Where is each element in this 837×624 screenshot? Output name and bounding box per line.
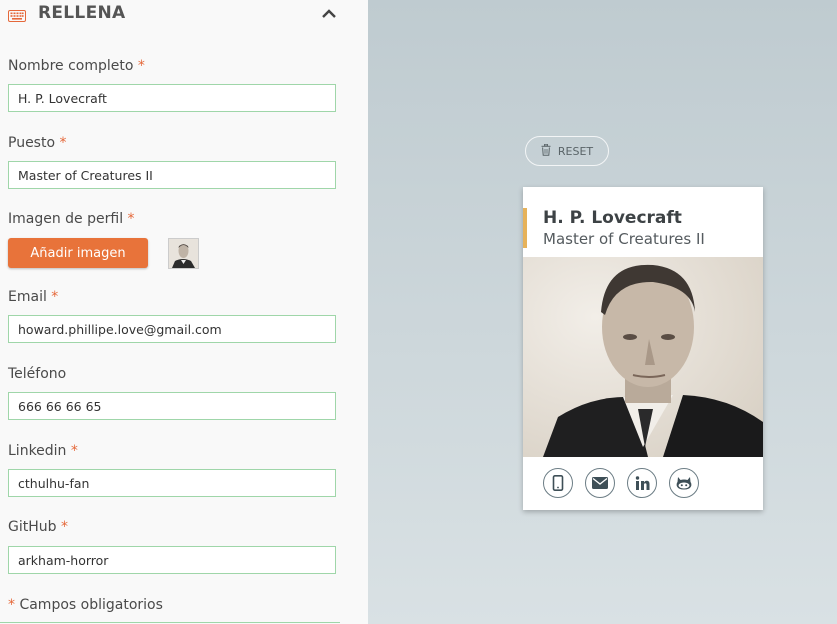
panel-title: RELLENA <box>38 3 126 23</box>
full-name-label: Nombre completo * <box>8 58 145 74</box>
github-icon[interactable] <box>669 468 699 498</box>
panel-header[interactable]: RELLENA <box>0 0 368 30</box>
required-mark: * <box>8 597 15 613</box>
chevron-up-icon[interactable] <box>320 5 338 19</box>
linkedin-icon[interactable] <box>627 468 657 498</box>
full-name-input[interactable] <box>8 84 336 112</box>
card-name: H. P. Lovecraft <box>543 208 682 228</box>
profile-image-label: Imagen de perfil * <box>8 211 135 227</box>
card-role: Master of Creatures II <box>543 230 705 248</box>
position-input[interactable] <box>8 161 336 189</box>
phone-icon[interactable] <box>543 468 573 498</box>
trash-icon <box>541 143 551 159</box>
phone-input[interactable] <box>8 392 336 420</box>
profile-image-thumbnail <box>168 238 199 269</box>
linkedin-label: Linkedin * <box>8 443 78 459</box>
email-input[interactable] <box>8 315 336 343</box>
profile-photo <box>523 257 763 457</box>
linkedin-input[interactable] <box>8 469 336 497</box>
phone-label: Teléfono <box>8 366 67 382</box>
required-mark: * <box>70 443 78 459</box>
github-label: GitHub * <box>8 519 68 535</box>
divider <box>0 622 340 623</box>
required-mark: * <box>51 289 59 305</box>
required-fields-note: * Campos obligatorios <box>8 597 163 613</box>
required-mark: * <box>127 211 135 227</box>
email-icon[interactable] <box>585 468 615 498</box>
card-accent-bar <box>523 208 527 248</box>
required-mark: * <box>137 58 145 74</box>
form-panel: RELLENA Nombre completo * Puesto * Image… <box>0 0 368 624</box>
add-image-button[interactable]: Añadir imagen <box>8 238 148 268</box>
keyboard-icon <box>8 7 26 22</box>
email-label: Email * <box>8 289 59 305</box>
github-input[interactable] <box>8 546 336 574</box>
required-mark: * <box>60 519 68 535</box>
reset-label: RESET <box>557 144 594 158</box>
profile-card: H. P. Lovecraft Master of Creatures II <box>523 187 763 510</box>
required-mark: * <box>59 135 67 151</box>
position-label: Puesto * <box>8 135 67 151</box>
reset-button[interactable]: RESET <box>525 136 609 166</box>
